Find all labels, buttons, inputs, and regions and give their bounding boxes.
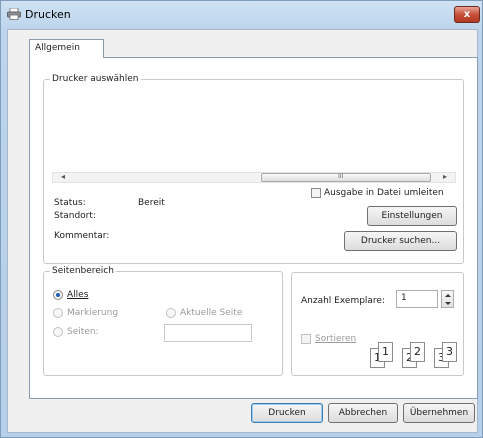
range-current-page-radio[interactable] xyxy=(166,308,176,318)
collate-label[interactable]: Sortieren xyxy=(315,334,356,344)
range-all-label[interactable]: Alles xyxy=(67,290,88,300)
tab-panel-allgemein: Drucker auswählen ◂ III ▸ Status: Bereit… xyxy=(29,57,478,423)
comment-label: Kommentar: xyxy=(54,231,110,241)
settings-button-label: Einstellungen xyxy=(381,211,443,221)
range-selection-radio[interactable] xyxy=(53,308,63,318)
print-to-file-checkbox[interactable] xyxy=(311,188,321,198)
spin-down-icon[interactable] xyxy=(444,301,452,306)
find-printer-button[interactable]: Drucker suchen... xyxy=(344,231,457,251)
tab-allgemein[interactable]: Allgemein xyxy=(29,39,104,58)
printer-list[interactable] xyxy=(52,86,456,180)
cancel-button-label: Abbrechen xyxy=(338,408,388,418)
page-range-group: Seitenbereich xyxy=(43,266,283,376)
copies-label: Anzahl Exemplare: xyxy=(301,296,386,306)
range-pages-label[interactable]: Seiten: xyxy=(67,327,99,337)
range-current-page-label[interactable]: Aktuelle Seite xyxy=(180,308,242,318)
find-printer-button-label: Drucker suchen... xyxy=(360,236,441,246)
scroll-thumb[interactable]: III xyxy=(261,173,431,182)
collate-page-3b: 3 xyxy=(442,342,457,362)
printer-select-legend: Drucker auswählen xyxy=(52,74,139,84)
cancel-button[interactable]: Abbrechen xyxy=(328,403,398,423)
print-dialog: Drucken x Allgemein Drucker auswählen ◂ … xyxy=(0,0,483,438)
scroll-grip-icon: III xyxy=(338,173,344,180)
range-selection-label[interactable]: Markierung xyxy=(67,308,118,318)
copies-spinner[interactable] xyxy=(441,290,454,308)
print-button-label: Drucken xyxy=(268,408,306,418)
copies-input[interactable]: 1 xyxy=(396,290,438,308)
printer-icon xyxy=(7,8,21,20)
apply-button-label: Übernehmen xyxy=(409,408,469,418)
status-value: Bereit xyxy=(138,198,165,208)
status-label: Status: xyxy=(54,198,86,208)
collate-illustration: 1 1 2 2 3 3 xyxy=(370,340,460,370)
title-bar[interactable]: Drucken x xyxy=(1,1,483,29)
print-to-file-label[interactable]: Ausgabe in Datei umleiten xyxy=(324,188,444,198)
collate-page-2b: 2 xyxy=(410,342,425,362)
close-button[interactable]: x xyxy=(454,6,480,23)
scroll-right-icon[interactable]: ▸ xyxy=(443,172,447,181)
print-button[interactable]: Drucken xyxy=(251,403,323,423)
collate-page-1b: 1 xyxy=(378,342,393,362)
range-all-radio[interactable] xyxy=(53,290,63,300)
page-range-legend: Seitenbereich xyxy=(52,266,114,276)
copies-value: 1 xyxy=(401,293,407,303)
scroll-left-icon[interactable]: ◂ xyxy=(61,172,65,181)
range-pages-radio[interactable] xyxy=(53,327,63,337)
close-icon: x xyxy=(463,9,471,20)
spin-up-icon[interactable] xyxy=(444,293,452,298)
window-title: Drucken xyxy=(25,8,71,21)
printer-list-scrollbar[interactable]: ◂ III ▸ xyxy=(52,172,456,183)
collate-checkbox[interactable] xyxy=(301,334,311,344)
settings-button[interactable]: Einstellungen xyxy=(367,206,457,226)
pages-input[interactable] xyxy=(164,324,252,342)
apply-button[interactable]: Übernehmen xyxy=(403,403,475,423)
location-label: Standort: xyxy=(54,211,96,221)
